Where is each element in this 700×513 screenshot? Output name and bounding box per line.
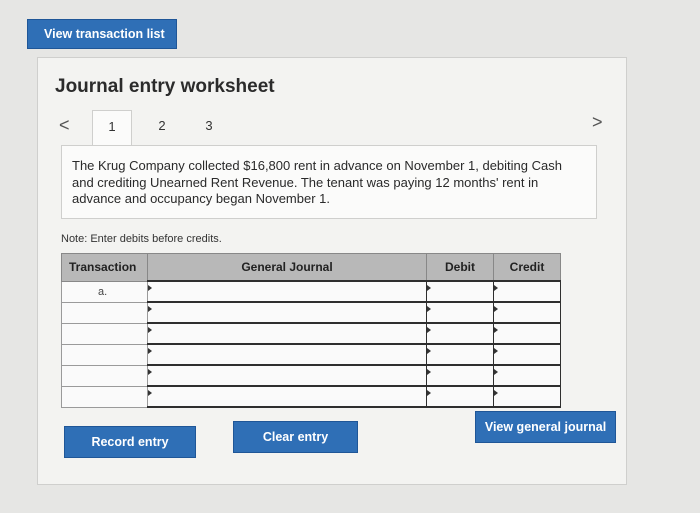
header-credit: Credit [493, 253, 561, 282]
question-text: The Krug Company collected $16,800 rent … [61, 145, 597, 219]
table-row [61, 322, 561, 345]
table-row: a. [61, 280, 561, 303]
table-row [61, 385, 561, 408]
worksheet-title: Journal entry worksheet [55, 76, 275, 97]
tab-2[interactable]: 2 [142, 110, 182, 146]
table-row [61, 301, 561, 324]
header-general-journal: General Journal [147, 253, 427, 282]
account-input[interactable] [147, 385, 427, 408]
journal-table: Transaction General Journal Debit Credit… [61, 253, 561, 408]
tab-1[interactable]: 1 [92, 110, 132, 146]
debit-input[interactable] [426, 280, 494, 303]
view-transaction-list-button[interactable]: View transaction list [27, 19, 177, 49]
credit-input[interactable] [493, 385, 561, 408]
debit-input[interactable] [426, 385, 494, 408]
clear-entry-button[interactable]: Clear entry [233, 421, 358, 453]
account-input[interactable] [147, 301, 427, 324]
chevron-right-icon[interactable]: > [592, 112, 603, 133]
transaction-cell [61, 343, 148, 366]
transaction-cell [61, 385, 148, 408]
transaction-cell [61, 301, 148, 324]
account-input[interactable] [147, 280, 427, 303]
header-debit: Debit [426, 253, 494, 282]
credit-input[interactable] [493, 322, 561, 345]
tab-3[interactable]: 3 [189, 110, 229, 146]
debit-input[interactable] [426, 343, 494, 366]
transaction-cell [61, 364, 148, 387]
journal-table-wrap: Transaction General Journal Debit Credit… [61, 253, 561, 408]
record-entry-button[interactable]: Record entry [64, 426, 196, 458]
transaction-cell: a. [61, 280, 148, 303]
credit-input[interactable] [493, 280, 561, 303]
debit-input[interactable] [426, 322, 494, 345]
account-input[interactable] [147, 322, 427, 345]
header-transaction: Transaction [61, 253, 148, 282]
credit-input[interactable] [493, 364, 561, 387]
account-input[interactable] [147, 364, 427, 387]
table-row [61, 343, 561, 366]
view-general-journal-button[interactable]: View general journal [475, 411, 616, 443]
account-input[interactable] [147, 343, 427, 366]
table-row [61, 364, 561, 387]
credit-input[interactable] [493, 343, 561, 366]
note-text: Note: Enter debits before credits. [61, 233, 222, 245]
transaction-cell [61, 322, 148, 345]
debit-input[interactable] [426, 301, 494, 324]
debit-input[interactable] [426, 364, 494, 387]
chevron-left-icon[interactable]: < [59, 115, 70, 136]
credit-input[interactable] [493, 301, 561, 324]
